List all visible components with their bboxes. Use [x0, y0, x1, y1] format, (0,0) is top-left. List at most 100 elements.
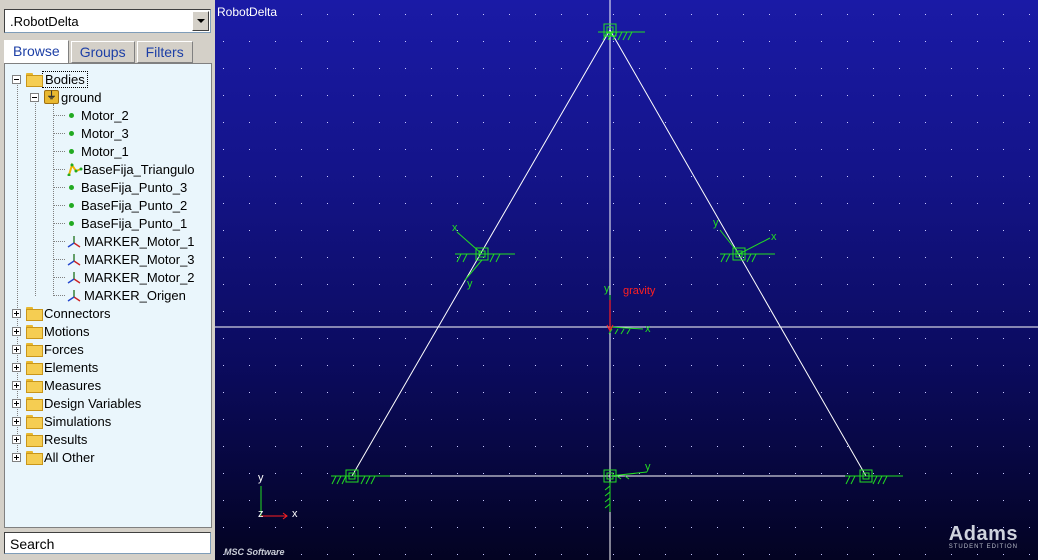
grid-dot — [743, 95, 744, 96]
grid-dot — [665, 446, 666, 447]
grid-dot — [613, 527, 614, 528]
expand-icon[interactable] — [12, 309, 21, 318]
grid-dot — [509, 122, 510, 123]
tab-filters[interactable]: Filters — [136, 41, 193, 63]
point-icon — [69, 220, 74, 226]
tree-item-motions[interactable]: Motions — [12, 322, 90, 340]
tree-item-marker-motor-3[interactable]: MARKER_Motor_3 — [53, 250, 195, 268]
tree-item-basefija-punto-1[interactable]: BaseFija_Punto_1 — [53, 214, 188, 232]
grid-dot — [873, 68, 874, 69]
tree-item-bodies[interactable]: Bodies — [12, 70, 88, 88]
tree-item-connectors[interactable]: Connectors — [12, 304, 110, 322]
grid-dot — [951, 149, 952, 150]
grid-dot — [509, 392, 510, 393]
grid-dot — [223, 311, 224, 312]
basefija-punto-marker[interactable] — [331, 469, 390, 485]
grid-dot — [561, 257, 562, 258]
grid-dot — [561, 122, 562, 123]
grid-dot — [509, 338, 510, 339]
grid-dot — [769, 365, 770, 366]
grid-dot — [613, 122, 614, 123]
basefija-punto-marker[interactable] — [845, 469, 903, 485]
expand-icon[interactable] — [12, 327, 21, 336]
grid-dot — [613, 257, 614, 258]
grid-dot — [821, 554, 822, 555]
tree-item-all-other[interactable]: All Other — [12, 448, 95, 466]
grid-dot — [405, 284, 406, 285]
tree-item-results[interactable]: Results — [12, 430, 87, 448]
tab-browse[interactable]: Browse — [4, 40, 69, 64]
grid-dot — [613, 230, 614, 231]
grid-dot — [327, 419, 328, 420]
grid-dot — [873, 122, 874, 123]
grid-dot — [743, 311, 744, 312]
grid-dot — [509, 68, 510, 69]
tree-item-simulations[interactable]: Simulations — [12, 412, 111, 430]
model-viewport[interactable]: x y y x y x y x RobotDelta gravity y z x… — [215, 0, 1038, 560]
grid-dot — [353, 122, 354, 123]
expand-icon[interactable] — [12, 453, 21, 462]
tree-item-design-variables[interactable]: Design Variables — [12, 394, 141, 412]
tree-item-basefija-triangulo[interactable]: BaseFija_Triangulo — [53, 160, 195, 178]
grid-dot — [379, 500, 380, 501]
tree-item-marker-motor-2[interactable]: MARKER_Motor_2 — [53, 268, 195, 286]
expand-icon[interactable] — [12, 417, 21, 426]
grid-dot — [639, 257, 640, 258]
expand-icon[interactable] — [12, 345, 21, 354]
grid-dot — [457, 554, 458, 555]
grid-dot — [743, 392, 744, 393]
grid-dot — [561, 14, 562, 15]
grid-dot — [249, 203, 250, 204]
expand-icon[interactable] — [12, 435, 21, 444]
grid-dot — [535, 95, 536, 96]
grid-dot — [847, 500, 848, 501]
grid-dot — [509, 554, 510, 555]
grid-dot — [873, 41, 874, 42]
grid-dot — [847, 311, 848, 312]
tree-item-motor-2[interactable]: Motor_2 — [53, 106, 129, 124]
grid-dot — [717, 365, 718, 366]
grid-dot — [405, 338, 406, 339]
chevron-down-icon[interactable] — [192, 11, 209, 31]
tree-item-motor-1[interactable]: Motor_1 — [53, 142, 129, 160]
grid-dot — [717, 230, 718, 231]
grid-dot — [717, 554, 718, 555]
tree-item-basefija-punto-2[interactable]: BaseFija_Punto_2 — [53, 196, 187, 214]
motor-marker[interactable] — [719, 229, 775, 263]
tree-item-forces[interactable]: Forces — [12, 340, 84, 358]
grid-dot — [275, 284, 276, 285]
grid-dot — [301, 527, 302, 528]
grid-dot — [613, 14, 614, 15]
expand-icon[interactable] — [12, 399, 21, 408]
expand-icon[interactable] — [12, 381, 21, 390]
tree-item-marker-origen[interactable]: MARKER_Origen — [53, 286, 186, 304]
motor-marker[interactable] — [455, 231, 515, 281]
tree-item-motor-3[interactable]: Motor_3 — [53, 124, 129, 142]
marker-origen[interactable] — [606, 295, 644, 335]
collapse-icon[interactable] — [30, 93, 39, 102]
tree-item-marker-motor-1[interactable]: MARKER_Motor_1 — [53, 232, 195, 250]
grid-dot — [249, 122, 250, 123]
grid-dot — [327, 68, 328, 69]
basefija-triangulo-outline[interactable] — [351, 28, 867, 477]
grid-dot — [847, 473, 848, 474]
grid-dot — [717, 41, 718, 42]
grid-dot — [561, 311, 562, 312]
tab-groups[interactable]: Groups — [70, 41, 135, 63]
tree-item-elements[interactable]: Elements — [12, 358, 98, 376]
grid-dot — [1003, 446, 1004, 447]
tree-item-ground[interactable]: ⏚ ground — [30, 88, 101, 106]
tree-item-label: BaseFija_Punto_1 — [81, 215, 188, 231]
viewport-canvas[interactable] — [215, 0, 1038, 560]
expand-icon[interactable] — [12, 363, 21, 372]
grid-dot — [691, 446, 692, 447]
model-selector[interactable]: .RobotDelta — [4, 9, 211, 33]
search-input[interactable]: Search — [4, 532, 211, 554]
tree-item-measures[interactable]: Measures — [12, 376, 101, 394]
tree-item-basefija-punto-3[interactable]: BaseFija_Punto_3 — [53, 178, 187, 196]
collapse-icon[interactable] — [12, 75, 21, 84]
grid-dot — [561, 446, 562, 447]
grid-dot — [353, 95, 354, 96]
grid-dot — [795, 500, 796, 501]
adams-logo: Adams STUDENT EDITION — [949, 524, 1018, 550]
